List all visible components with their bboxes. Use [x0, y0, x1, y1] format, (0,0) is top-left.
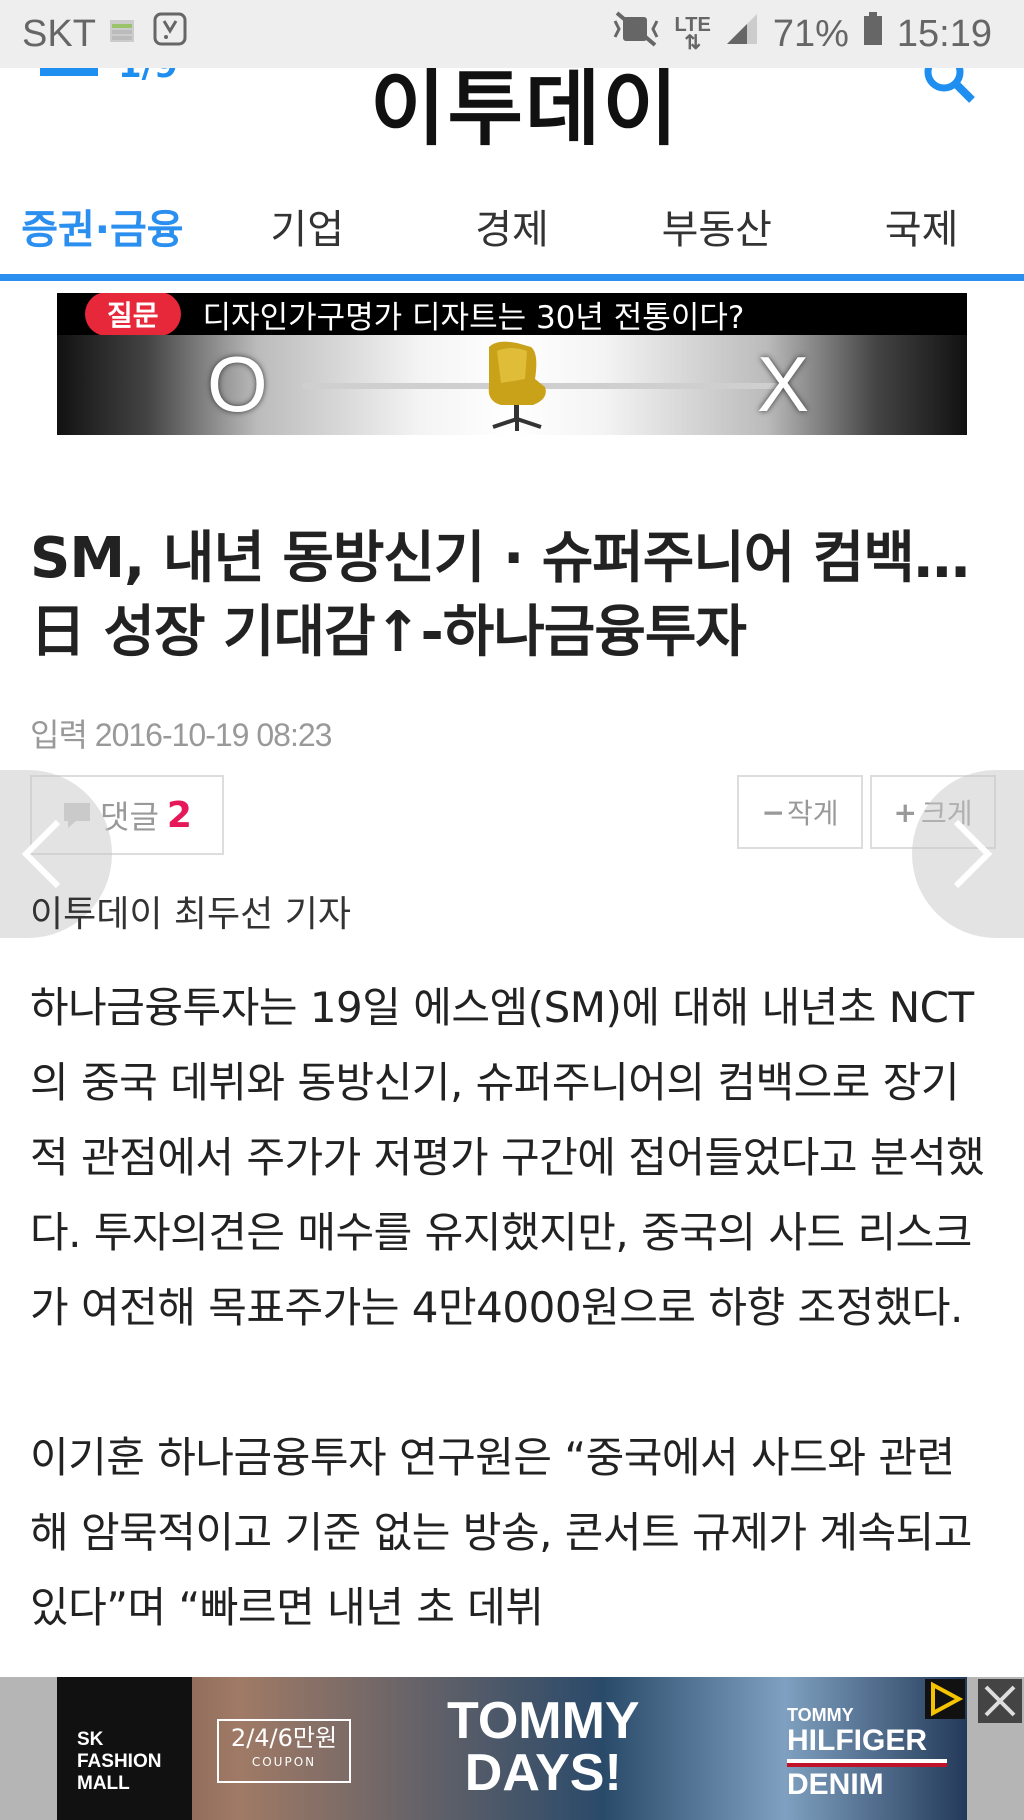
- ad-info-button[interactable]: [925, 1679, 965, 1719]
- category-nav: 증권·금융 기업 경제 부동산 국제: [0, 178, 1024, 281]
- hilfiger-denim-logo: TOMMY HILFIGER DENIM: [787, 1705, 947, 1801]
- font-smaller-button[interactable]: − 작게: [737, 775, 863, 849]
- menu-button[interactable]: [40, 68, 100, 78]
- article-paragraph: 이기훈 하나금융투자 연구원은 “중국에서 사드와 관련해 암묵적이고 기준 없…: [30, 1433, 972, 1632]
- tab-economy[interactable]: 경제: [410, 197, 615, 255]
- lte-icon: LTE ⇅: [674, 14, 711, 54]
- chair-icon: [488, 341, 546, 431]
- ad-brand-mid: HILFIGER: [787, 1724, 927, 1757]
- search-icon: [924, 68, 975, 103]
- chevron-right-icon: [953, 819, 993, 889]
- ad-title-line1: TOMMY: [447, 1692, 640, 1750]
- hamburger-icon: [40, 68, 98, 76]
- article-date: 입력 2016-10-19 08:23: [30, 717, 332, 753]
- battery-percent: 71%: [772, 12, 849, 55]
- app-notification-icon: [108, 13, 140, 56]
- minus-icon: −: [761, 795, 785, 829]
- close-icon: [984, 1685, 1016, 1717]
- quiz-option-o[interactable]: O: [207, 339, 268, 430]
- battery-icon: [863, 12, 883, 56]
- clock: 15:19: [896, 12, 992, 55]
- site-header: 1/9 이투데이: [0, 68, 1024, 178]
- article-paragraph: 하나금융투자는 19일 에스엠(SM)에 대해 내년초 NCT의 중국 데뷔와 …: [30, 983, 985, 1332]
- carrier-label: SKT: [22, 12, 96, 55]
- ad-brand-bottom: DENIM: [787, 1768, 884, 1801]
- ad-close-button[interactable]: [978, 1679, 1022, 1723]
- comment-count: 2: [166, 794, 192, 836]
- tab-real-estate[interactable]: 부동산: [614, 197, 819, 255]
- quiz-question: 디자인가구명가 디자트는 30년 전통이다?: [202, 299, 745, 336]
- tab-securities-finance[interactable]: 증권·금융: [0, 197, 205, 255]
- article-headline: SM, 내년 동방신기 · 슈퍼주니어 컴백…日 성장 기대감↑-하나금융투자: [30, 526, 970, 665]
- quiz-option-x[interactable]: X: [757, 339, 809, 430]
- site-logo[interactable]: 이투데이: [370, 68, 680, 161]
- flag-stripe: [787, 1759, 947, 1767]
- ad-coupon-amount: 2/4/6만원: [230, 1724, 338, 1752]
- sk-fashion-mall-logo: SK FASHION MALL: [57, 1677, 192, 1820]
- vibrate-app-icon: [152, 11, 188, 57]
- search-button[interactable]: [920, 68, 980, 108]
- ad-title: TOMMY DAYS!: [447, 1695, 640, 1799]
- ad-coupon: 2/4/6만원 COUPON: [217, 1719, 351, 1783]
- mute-icon: [611, 11, 661, 57]
- ad-brand-top: TOMMY: [787, 1705, 854, 1725]
- ad-coupon-sub: COUPON: [251, 1755, 317, 1769]
- tab-international[interactable]: 국제: [819, 197, 1024, 255]
- ad-title-line2: DAYS!: [464, 1744, 622, 1802]
- article-reporter: 이투데이 최두선 기자: [30, 894, 351, 935]
- status-bar: SKT LTE ⇅ 71% 15:19: [0, 0, 1024, 68]
- quiz-badge: 질문: [85, 293, 181, 336]
- signal-icon: [725, 12, 759, 56]
- menu-label: 1/9: [118, 68, 178, 86]
- font-smaller-label: 작게: [786, 797, 839, 830]
- article-body: 하나금융투자는 19일 에스엠(SM)에 대해 내년초 NCT의 중국 데뷔와 …: [30, 970, 990, 1720]
- chair-slider-handle[interactable]: [467, 339, 567, 435]
- tommy-ad-banner[interactable]: SK FASHION MALL 2/4/6만원 COUPON TOMMY DAY…: [57, 1677, 967, 1820]
- quiz-ad-banner[interactable]: 질문 디자인가구명가 디자트는 30년 전통이다? O X: [57, 293, 967, 435]
- tab-business[interactable]: 기업: [205, 197, 410, 255]
- ad-choices-icon: [931, 1681, 964, 1717]
- bottom-ad-overlay: SK FASHION MALL 2/4/6만원 COUPON TOMMY DAY…: [0, 1677, 1024, 1820]
- quiz-header: 질문 디자인가구명가 디자트는 30년 전통이다?: [57, 293, 967, 336]
- next-article-button[interactable]: [912, 770, 1024, 938]
